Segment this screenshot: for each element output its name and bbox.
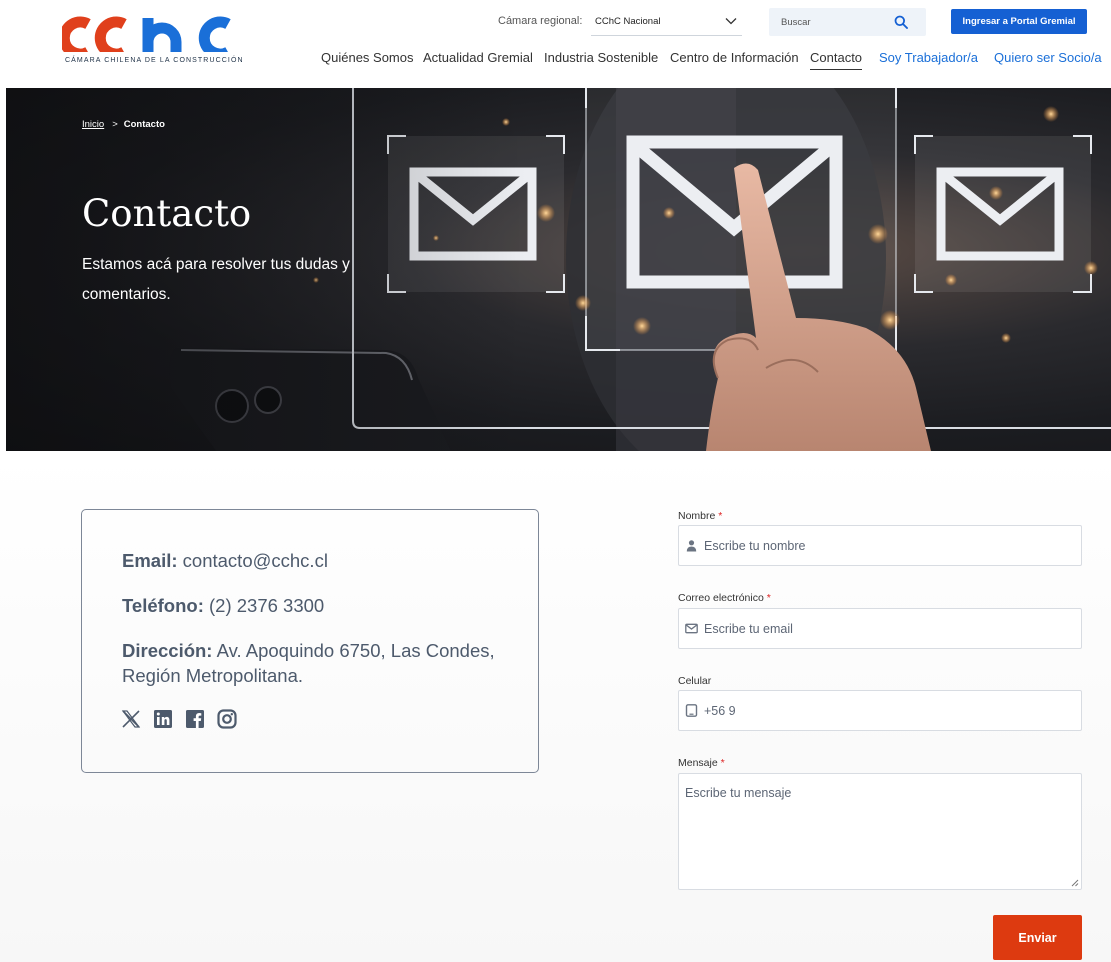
nav-item-quiero-ser-socio[interactable]: Quiero ser Socio/a [994, 50, 1102, 66]
message-field-box [678, 773, 1082, 890]
search-box [769, 8, 926, 36]
address-info: Dirección: Av. Apoquindo 6750, Las Conde… [122, 638, 522, 688]
breadcrumb-current: Contacto [123, 119, 165, 130]
nav-item-industria-sostenible[interactable]: Industria Sostenible [544, 50, 658, 66]
region-select-value: CChC Nacional [595, 16, 661, 27]
nav-item-quienes-somos[interactable]: Quiénes Somos [321, 50, 414, 66]
facebook-icon[interactable] [185, 709, 205, 729]
message-textarea[interactable] [679, 774, 1081, 889]
phone-info-value[interactable]: (2) 2376 3300 [209, 595, 324, 616]
nav-item-centro-informacion[interactable]: Centro de Información [670, 50, 799, 66]
nav-item-contacto[interactable]: Contacto [810, 50, 863, 70]
breadcrumb-separator: > [112, 119, 118, 130]
breadcrumb: Inicio > Contacto [82, 119, 165, 130]
contact-section: Email: contacto@cchc.cl Teléfono: (2) 23… [0, 451, 1111, 962]
main-nav: Quiénes Somos Actualidad Gremial Industr… [0, 50, 1111, 72]
page-title: Contacto [82, 192, 252, 235]
search-input[interactable] [769, 8, 889, 36]
email-info-value[interactable]: contacto@cchc.cl [183, 550, 328, 571]
email-field-box [678, 608, 1082, 649]
email-info: Email: contacto@cchc.cl [122, 548, 522, 573]
address-info-label: Dirección: [122, 640, 213, 661]
page-subtitle: Estamos acá para resolver tus dudas y co… [82, 256, 350, 303]
instagram-icon[interactable] [217, 709, 237, 729]
user-icon [686, 540, 697, 552]
x-icon[interactable] [121, 709, 141, 729]
nav-item-soy-trabajador[interactable]: Soy Trabajador/a [879, 50, 978, 66]
submit-button[interactable]: Enviar [993, 915, 1082, 960]
region-select[interactable]: CChC Nacional [591, 9, 742, 36]
portal-gremial-button[interactable]: Ingresar a Portal Gremial [951, 9, 1087, 34]
hero-banner: Inicio > Contacto Contacto Estamos acá par… [6, 88, 1111, 451]
region-label: Cámara regional: [498, 15, 583, 27]
breadcrumb-home-link[interactable]: Inicio [82, 119, 104, 130]
envelope-icon [685, 623, 698, 634]
name-input[interactable] [704, 526, 1074, 565]
phone-field-label: Celular [678, 675, 712, 687]
phone-field-box [678, 690, 1082, 731]
contact-info-card: Email: contacto@cchc.cl Teléfono: (2) 23… [81, 509, 539, 773]
phone-info: Teléfono: (2) 2376 3300 [122, 593, 522, 618]
nav-item-actualidad-gremial[interactable]: Actualidad Gremial [423, 50, 533, 66]
name-field-label: Nombre * [678, 510, 723, 522]
linkedin-icon[interactable] [153, 709, 173, 729]
message-field-label: Mensaje * [678, 757, 725, 769]
phone-input[interactable] [704, 691, 1074, 730]
search-icon[interactable] [894, 15, 908, 29]
name-field-box [678, 525, 1082, 566]
chevron-down-icon [725, 18, 737, 25]
phone-info-label: Teléfono: [122, 595, 204, 616]
email-info-label: Email: [122, 550, 178, 571]
resize-handle-icon[interactable] [1071, 879, 1079, 887]
email-input[interactable] [704, 609, 1074, 648]
site-header: CÁMARA CHILENA DE LA CONSTRUCCIÓN Cámara… [0, 0, 1111, 88]
email-field-label: Correo electrónico * [678, 592, 771, 604]
mobile-phone-icon [685, 704, 698, 717]
